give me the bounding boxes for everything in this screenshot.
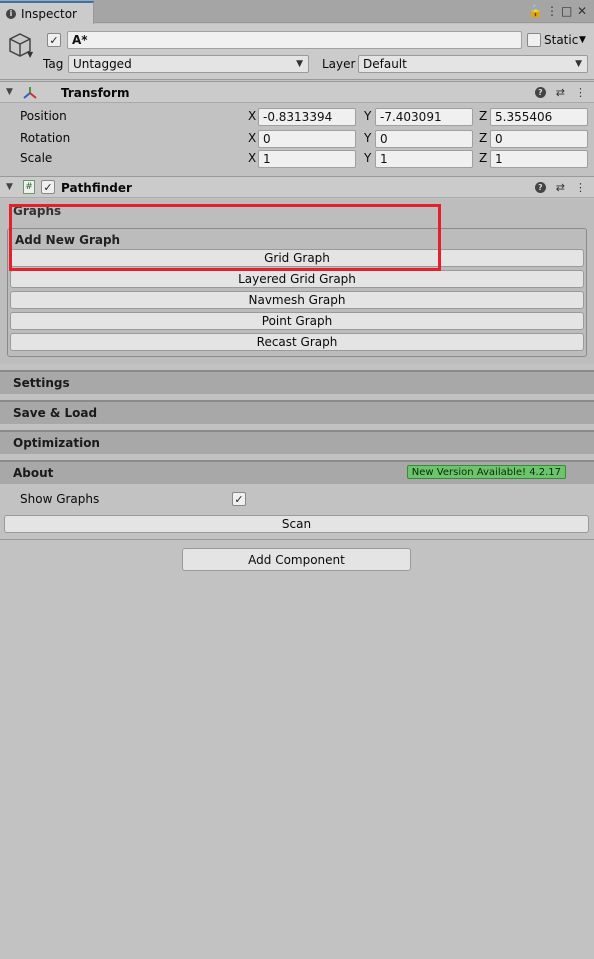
scale-z-field[interactable]: 1: [490, 150, 588, 168]
tab-inspector[interactable]: i Inspector: [0, 1, 94, 24]
add-new-graph-label: Add New Graph: [15, 233, 121, 247]
position-y-label[interactable]: Y: [364, 109, 371, 123]
component-menu-icon[interactable]: ⋮: [575, 181, 586, 194]
rotation-x-field[interactable]: 0: [258, 130, 356, 148]
help-icon[interactable]: ?: [534, 182, 546, 193]
component-menu-icon[interactable]: ⋮: [575, 86, 586, 99]
rotation-z-field[interactable]: 0: [490, 130, 588, 148]
tag-label: Tag: [43, 57, 64, 71]
save-load-section[interactable]: Save & Load: [0, 400, 594, 424]
scale-y-field[interactable]: 1: [375, 150, 473, 168]
pathfinder-title: Pathfinder: [61, 181, 132, 195]
rotation-z-label[interactable]: Z: [479, 131, 487, 145]
tab-label: Inspector: [21, 6, 77, 21]
graphs-label: Graphs: [13, 204, 62, 218]
layer-value: Default: [363, 57, 407, 71]
scan-button[interactable]: Scan: [4, 515, 589, 533]
layered-grid-graph-button[interactable]: Layered Grid Graph: [10, 270, 584, 288]
scale-y-label[interactable]: Y: [364, 151, 371, 165]
preset-icon[interactable]: ⇄: [556, 86, 565, 99]
preset-icon[interactable]: ⇄: [556, 181, 565, 194]
graphs-section: Graphs Add New Graph Grid Graph Layered …: [0, 199, 594, 364]
position-label: Position: [20, 109, 67, 123]
info-icon: i: [6, 8, 16, 19]
object-header: ▼ ✓ A* Static ▼ Tag Untagged ▼ Layer Def…: [0, 24, 594, 80]
scale-x-field[interactable]: 1: [258, 150, 356, 168]
icon-dropdown-caret[interactable]: ▼: [27, 50, 33, 59]
help-icon[interactable]: ?: [534, 87, 546, 98]
optimization-label: Optimization: [13, 436, 100, 450]
rotation-label: Rotation: [20, 131, 71, 145]
static-dropdown-caret[interactable]: ▼: [579, 35, 586, 45]
static-label: Static: [544, 33, 579, 47]
rotation-y-label[interactable]: Y: [364, 131, 371, 145]
point-graph-button[interactable]: Point Graph: [10, 312, 584, 330]
tag-value: Untagged: [73, 57, 132, 71]
tag-dropdown[interactable]: Untagged ▼: [68, 55, 309, 73]
settings-section[interactable]: Settings: [0, 370, 594, 394]
tab-bar: i Inspector 🔒 ⋮ □ ✕: [0, 0, 594, 24]
add-component-button[interactable]: Add Component: [182, 548, 411, 571]
position-y-field[interactable]: -7.403091: [375, 108, 473, 126]
settings-label: Settings: [13, 376, 70, 390]
tab-menu-icon[interactable]: ⋮: [546, 4, 558, 18]
lock-icon[interactable]: 🔒: [528, 4, 543, 18]
navmesh-graph-button[interactable]: Navmesh Graph: [10, 291, 584, 309]
chevron-down-icon: ▼: [296, 59, 303, 69]
new-version-badge[interactable]: New Version Available! 4.2.17: [406, 465, 566, 479]
divider: [0, 539, 594, 540]
maximize-icon[interactable]: □: [561, 4, 572, 18]
rotation-y-field[interactable]: 0: [375, 130, 473, 148]
transform-title: Transform: [61, 86, 130, 100]
position-x-field[interactable]: -0.8313394: [258, 108, 356, 126]
close-icon[interactable]: ✕: [577, 4, 587, 18]
pathfinder-header[interactable]: ▼ # ✓ Pathfinder ? ⇄ ⋮: [0, 176, 594, 198]
active-checkbox[interactable]: ✓: [47, 33, 61, 47]
script-icon: #: [23, 180, 35, 194]
show-graphs-checkbox[interactable]: ✓: [232, 492, 246, 506]
object-name-field[interactable]: A*: [67, 31, 522, 49]
pathfinder-enabled-checkbox[interactable]: ✓: [41, 180, 55, 194]
static-checkbox[interactable]: [527, 33, 541, 47]
transform-icon: [23, 87, 37, 99]
recast-graph-button[interactable]: Recast Graph: [10, 333, 584, 351]
scale-z-label[interactable]: Z: [479, 151, 487, 165]
foldout-arrow-icon[interactable]: ▼: [6, 87, 13, 97]
about-label: About: [13, 466, 54, 480]
position-x-label[interactable]: X: [248, 109, 256, 123]
position-z-field[interactable]: 5.355406: [490, 108, 588, 126]
position-z-label[interactable]: Z: [479, 109, 487, 123]
transform-header[interactable]: ▼ Transform ? ⇄ ⋮: [0, 81, 594, 103]
scale-label: Scale: [20, 151, 53, 165]
rotation-x-label[interactable]: X: [248, 131, 256, 145]
optimization-section[interactable]: Optimization: [0, 430, 594, 454]
grid-graph-button[interactable]: Grid Graph: [10, 249, 584, 267]
foldout-arrow-icon[interactable]: ▼: [6, 182, 13, 192]
layer-dropdown[interactable]: Default ▼: [358, 55, 588, 73]
layer-label: Layer: [322, 57, 356, 71]
save-load-label: Save & Load: [13, 406, 98, 420]
show-graphs-label: Show Graphs: [20, 492, 100, 506]
about-section[interactable]: About New Version Available! 4.2.17: [0, 460, 594, 484]
chevron-down-icon: ▼: [575, 59, 582, 69]
scale-x-label[interactable]: X: [248, 151, 256, 165]
